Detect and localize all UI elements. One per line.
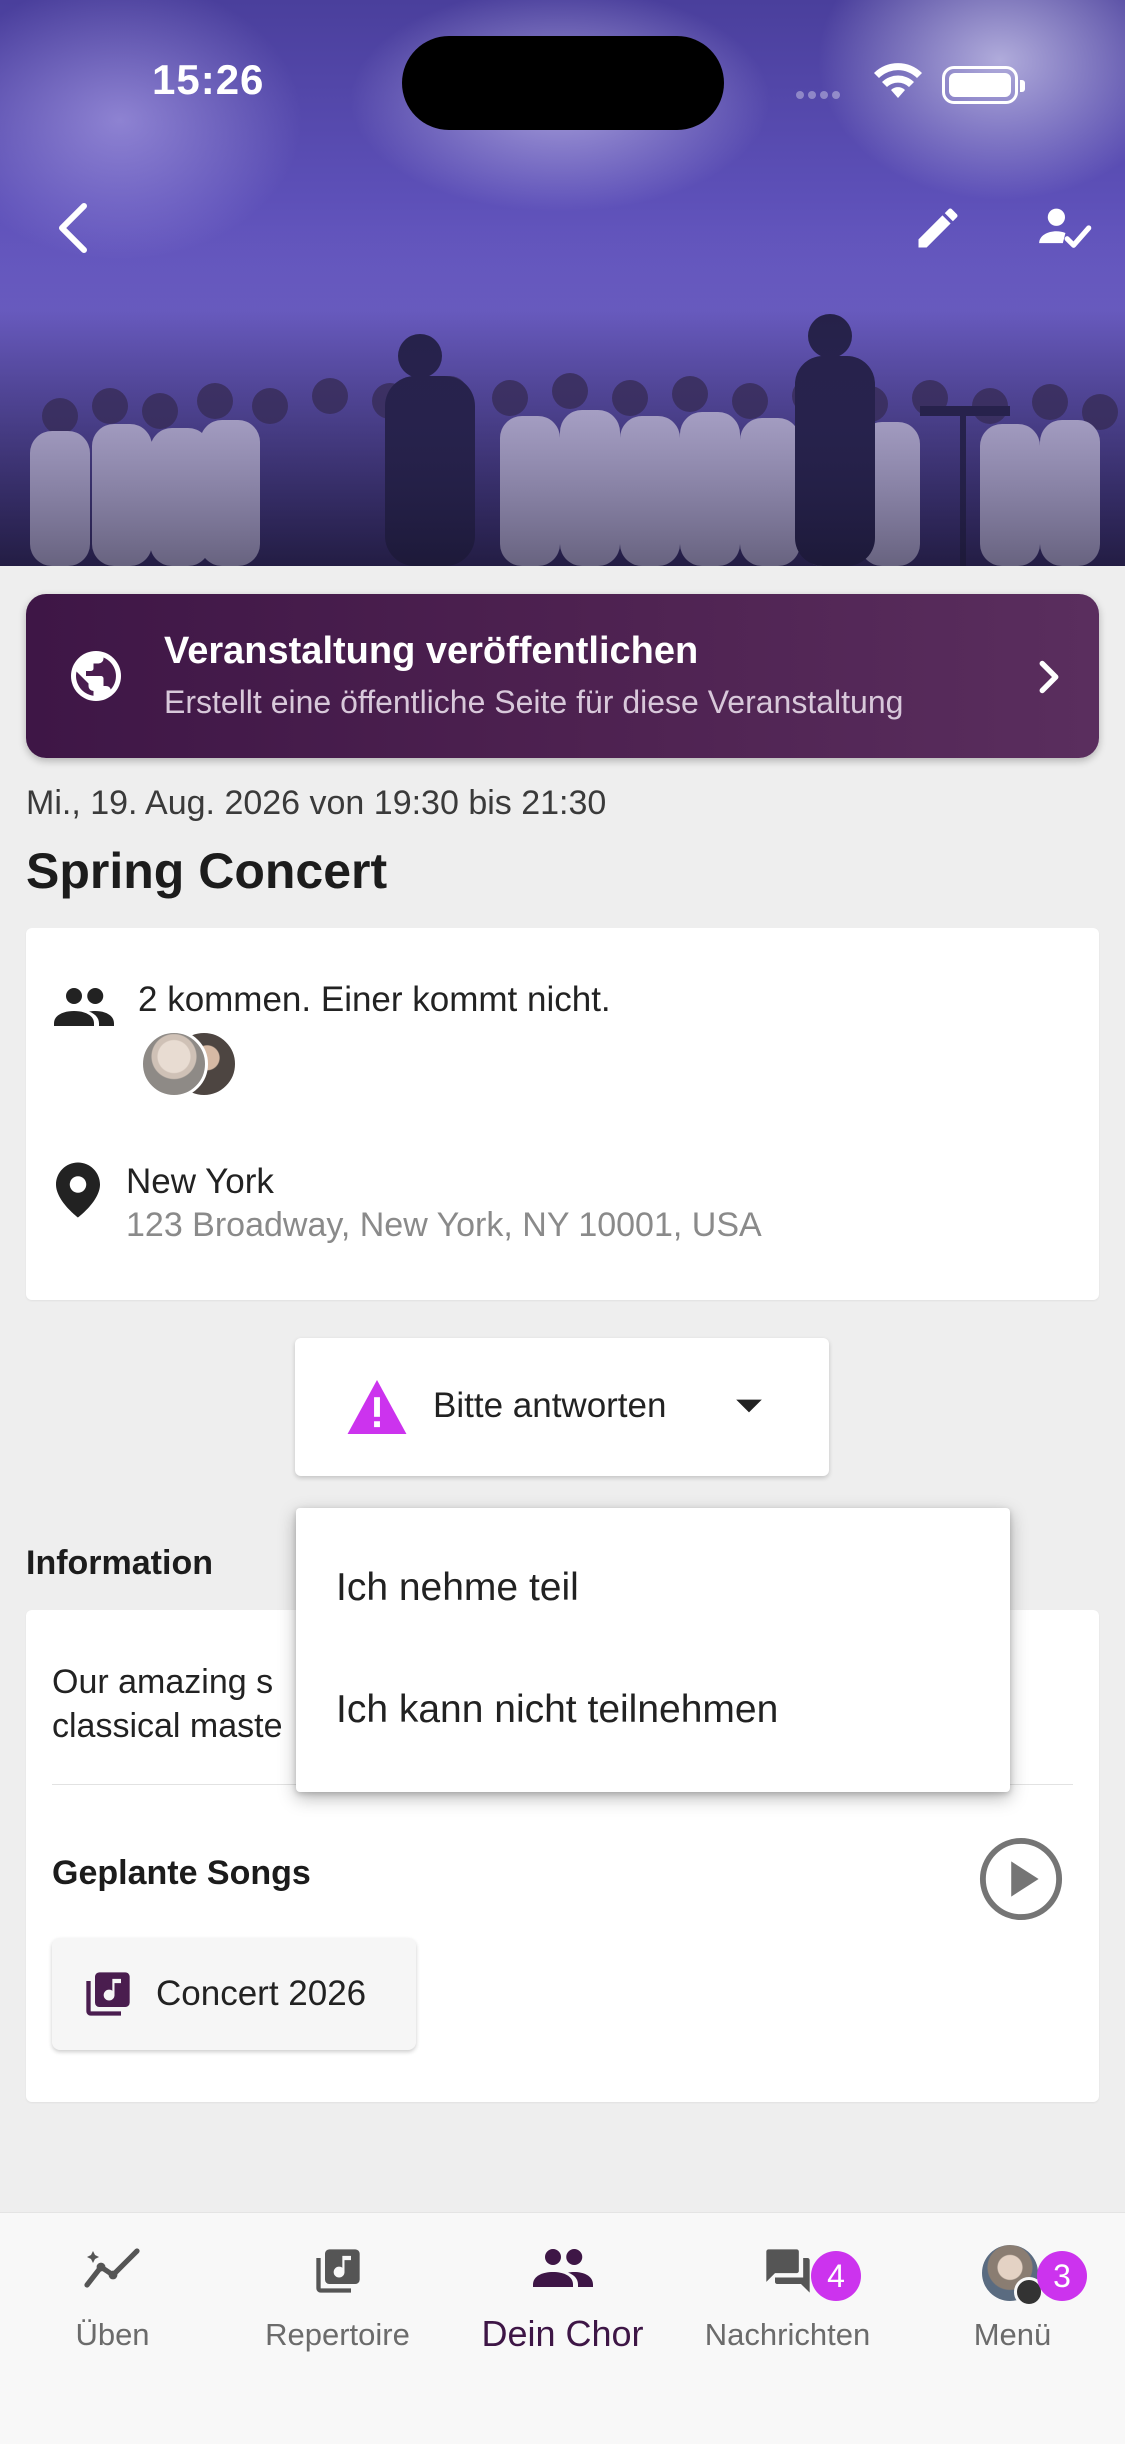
signal-icon	[796, 86, 854, 99]
attendance-summary[interactable]: 2 kommen. Einer kommt nicht.	[138, 980, 611, 1020]
status-time: 15:26	[152, 56, 265, 103]
information-heading: Information	[26, 1544, 213, 1582]
person-check-icon	[1039, 208, 1092, 248]
tab-label: Nachrichten	[704, 2317, 871, 2352]
tab-menu[interactable]: 3 Menü	[900, 2231, 1125, 2352]
event-cover-image: 15:26	[0, 0, 1125, 566]
tab-label: Menü	[973, 2317, 1052, 2352]
planned-songs-heading: Geplante Songs	[52, 1854, 311, 1892]
bottom-navigation: Üben Repertoire Dein Chor 4 Nachrichten …	[0, 2212, 1125, 2444]
tab-label: Repertoire	[265, 2317, 410, 2352]
tab-your-choir[interactable]: Dein Chor	[450, 2231, 675, 2354]
attendance-check-button[interactable]	[1030, 196, 1100, 260]
tab-messages[interactable]: 4 Nachrichten	[675, 2231, 900, 2352]
chat-icon	[765, 2249, 810, 2293]
battery-icon	[942, 66, 1025, 104]
tab-practice[interactable]: Üben	[0, 2231, 225, 2352]
globe-icon	[71, 651, 121, 701]
location-name[interactable]: New York	[126, 1162, 274, 1202]
people-icon	[54, 988, 114, 1026]
event-title: Spring Concert	[26, 843, 388, 899]
setlist-label: Concert 2026	[156, 1974, 367, 2013]
group-icon	[532, 2249, 593, 2287]
location-pin-icon	[56, 1162, 100, 1218]
tab-repertoire[interactable]: Repertoire	[225, 2231, 450, 2352]
rsvp-option-decline[interactable]: Ich kann nicht teilnehmen	[336, 1688, 778, 1732]
wifi-icon	[874, 63, 922, 98]
edit-event-button[interactable]	[906, 196, 970, 260]
tab-label: Üben	[75, 2317, 150, 2352]
music-library-icon	[86, 1972, 130, 2016]
play-circle-icon[interactable]	[978, 1836, 1064, 1922]
rsvp-label: Bitte antworten	[433, 1386, 667, 1425]
pencil-icon	[918, 208, 958, 248]
publish-subtitle: Erstellt eine öffentliche Seite für dies…	[164, 684, 904, 720]
caret-down-icon	[736, 1399, 762, 1413]
music-library-icon	[315, 2249, 360, 2293]
notification-badge: 3	[1037, 2251, 1087, 2301]
chevron-right-icon	[1039, 660, 1059, 694]
publish-title: Veranstaltung veröffentlichen	[164, 630, 699, 672]
event-datetime: Mi., 19. Aug. 2026 von 19:30 bis 21:30	[26, 784, 607, 822]
warning-icon	[347, 1380, 407, 1434]
avatar	[140, 1030, 208, 1098]
choir-photo	[0, 226, 1125, 566]
setlist-chip[interactable]: Concert 2026	[52, 1938, 416, 2050]
chevron-left-icon	[59, 203, 87, 253]
practice-icon	[83, 2248, 140, 2288]
rsvp-options-menu: Ich nehme teil Ich kann nicht teilnehmen	[296, 1508, 1010, 1792]
publish-event-banner[interactable]: Veranstaltung veröffentlichen Erstellt e…	[26, 594, 1099, 758]
unread-badge: 4	[811, 2251, 861, 2301]
tab-label: Dein Chor	[481, 2313, 644, 2354]
event-details-card: 2 kommen. Einer kommt nicht. New York 12…	[26, 928, 1099, 1300]
location-address[interactable]: 123 Broadway, New York, NY 10001, USA	[126, 1206, 762, 1245]
rsvp-option-attend[interactable]: Ich nehme teil	[336, 1566, 579, 1610]
back-button[interactable]	[40, 196, 104, 260]
status-bar: 15:26	[0, 0, 1125, 160]
rsvp-dropdown-button[interactable]: Bitte antworten	[295, 1338, 829, 1476]
attendee-avatars[interactable]	[140, 1030, 260, 1102]
avatar	[982, 2245, 1044, 2307]
dynamic-island	[402, 36, 724, 130]
